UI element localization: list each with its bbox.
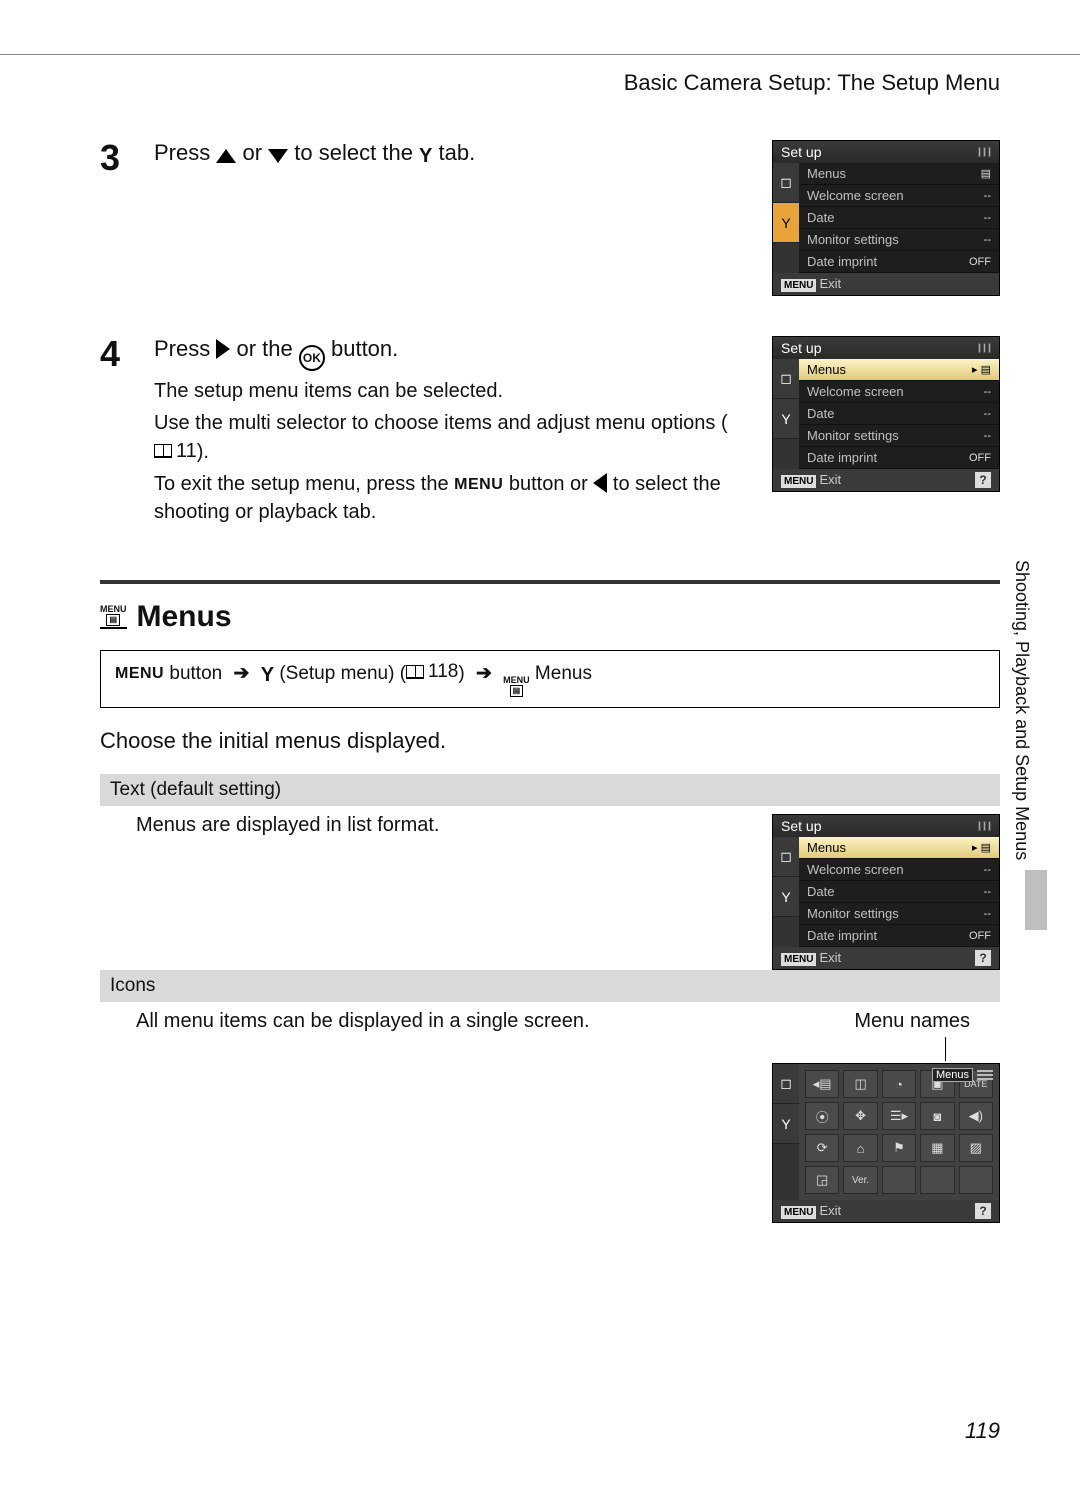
scroll-indicator-icon xyxy=(978,821,991,831)
scroll-indicator-icon xyxy=(978,343,991,353)
setup-tab-icon: Y xyxy=(773,203,799,243)
camera-screenshot-setup-tabs: Set up ◻ Y Menus▤ Welcome screen-- Date-… xyxy=(772,140,1000,296)
section-intro: Choose the initial menus displayed. xyxy=(100,728,1000,754)
menu-row: Date imprintOFF xyxy=(799,447,999,469)
camera-tab-icon: ◻ xyxy=(773,837,799,877)
camera-tab-icon: ◻ xyxy=(773,1064,799,1104)
step-4: 4 Press or the OK button. The setup menu… xyxy=(100,336,1000,530)
arrow-right-icon: ➔ xyxy=(228,663,256,684)
menu-row: Monitor settings-- xyxy=(799,229,999,251)
triangle-down-icon xyxy=(268,149,288,163)
menu-row: Date-- xyxy=(799,207,999,229)
section-heading: MENU▤ Menus xyxy=(100,600,1000,634)
triangle-right-icon xyxy=(216,339,230,359)
menu-icon-cell: ⌂ xyxy=(843,1134,877,1162)
menu-row: Date-- xyxy=(799,403,999,425)
page-number: 119 xyxy=(965,1418,1000,1444)
menu-icon-cell: ✥ xyxy=(843,1102,877,1130)
menu-names-label: Menu names xyxy=(772,1010,1000,1033)
header-divider xyxy=(0,54,1080,55)
exit-label: Exit xyxy=(819,276,841,291)
section-menus: MENU▤ Menus MENU button ➔ Y (Setup menu)… xyxy=(100,580,1000,1223)
list-view-icon xyxy=(977,1068,993,1082)
menu-row: Welcome screen-- xyxy=(799,859,999,881)
menu-row: Welcome screen-- xyxy=(799,185,999,207)
menu-icon-cell: ◂▤ xyxy=(805,1070,839,1098)
step-number: 4 xyxy=(100,336,134,372)
nav-path: MENU button ➔ Y (Setup menu) ( 118) ➔ ME… xyxy=(100,650,1000,708)
menu-icon-cell: ◀) xyxy=(959,1102,993,1130)
menu-row: Date-- xyxy=(799,881,999,903)
menu-row: Welcome screen-- xyxy=(799,381,999,403)
cam-menu-name-label: Menus xyxy=(932,1068,973,1082)
camera-tab-icon: ◻ xyxy=(773,359,799,399)
side-chapter-label: Shooting, Playback and Setup Menus xyxy=(1011,560,1032,860)
menu-icon-cell: ◫ xyxy=(843,1070,877,1098)
camera-screenshot-text-menus: Set up ◻ Y Menus▸ ▤ Welcome screen-- Dat… xyxy=(772,814,1000,970)
step-4-line2: Use the multi selector to choose items a… xyxy=(154,409,752,466)
menu-icon-cell xyxy=(882,1166,916,1194)
menu-icon-cell: ⚑ xyxy=(882,1134,916,1162)
menu-text-icon: MENU xyxy=(454,474,503,496)
option-icons-desc: All menu items can be displayed in a sin… xyxy=(100,1010,742,1033)
scroll-indicator-icon xyxy=(978,147,991,157)
menu-row-selected: Menus▸ ▤ xyxy=(799,359,999,381)
cam-title: Set up xyxy=(781,144,821,160)
book-icon xyxy=(154,444,172,458)
step-3: 3 Press or to select the Y tab. Set up ◻ xyxy=(100,140,1000,296)
menu-row: Monitor settings-- xyxy=(799,425,999,447)
help-icon: ? xyxy=(975,472,991,488)
menu-text-icon: MENU xyxy=(115,665,164,683)
side-thumb-tab xyxy=(1025,870,1047,930)
callout-line xyxy=(772,1037,1000,1061)
menu-row: Date imprintOFF xyxy=(799,251,999,273)
wrench-icon: Y xyxy=(419,145,432,168)
step-number: 3 xyxy=(100,140,134,176)
setup-tab-icon: Y xyxy=(773,1104,799,1144)
menu-icon-cell: ◔ xyxy=(882,1070,916,1098)
wrench-icon: Y xyxy=(261,664,274,687)
menu-badge: MENU xyxy=(781,279,816,292)
menu-icon-cell xyxy=(920,1166,954,1194)
page-header: Basic Camera Setup: The Setup Menu xyxy=(624,70,1000,96)
step-4-title: Press or the OK button. xyxy=(154,336,752,371)
book-icon xyxy=(406,665,424,679)
setup-tab-icon: Y xyxy=(773,877,799,917)
menu-icon-cell xyxy=(959,1166,993,1194)
option-icons-header: Icons xyxy=(100,970,1000,1002)
menu-icon-cell: ◲ xyxy=(805,1166,839,1194)
menu-icon-cell: ⟳ xyxy=(805,1134,839,1162)
camera-screenshot-setup-selected: Set up ◻ Y Menus▸ ▤ Welcome screen-- Dat… xyxy=(772,336,1000,492)
help-icon: ? xyxy=(975,950,991,966)
step-4-line3: To exit the setup menu, press the MENU b… xyxy=(154,470,752,526)
camera-screenshot-icon-menus: Menus ◻ Y ◂▤ ◫ ◔ ▣ DATE xyxy=(772,1063,1000,1223)
menu-icon-cell: ⦿ xyxy=(805,1102,839,1130)
step-3-title: Press or to select the Y tab. xyxy=(154,140,752,168)
ok-button-icon: OK xyxy=(299,345,325,371)
menu-stack-icon: MENU▤ xyxy=(503,676,530,697)
triangle-up-icon xyxy=(216,149,236,163)
menu-row: Monitor settings-- xyxy=(799,903,999,925)
menu-icon-cell: Ver. xyxy=(843,1166,877,1194)
option-text-desc: Menus are displayed in list format. xyxy=(100,814,742,837)
menu-row: Date imprintOFF xyxy=(799,925,999,947)
menu-icon-cell: ▦ xyxy=(920,1134,954,1162)
camera-tab-icon: ◻ xyxy=(773,163,799,203)
menu-row: Menus▤ xyxy=(799,163,999,185)
option-text-header: Text (default setting) xyxy=(100,774,1000,806)
menu-row-selected: Menus▸ ▤ xyxy=(799,837,999,859)
help-icon: ? xyxy=(975,1203,991,1219)
menu-icon-cell: ☰▸ xyxy=(882,1102,916,1130)
arrow-right-icon: ➔ xyxy=(470,663,498,684)
step-4-line1: The setup menu items can be selected. xyxy=(154,377,752,405)
triangle-left-icon xyxy=(593,473,607,493)
menu-stack-icon: MENU▤ xyxy=(100,605,127,629)
setup-tab-icon: Y xyxy=(773,399,799,439)
menu-icon-cell: ◙ xyxy=(920,1102,954,1130)
menu-icon-cell: ▨ xyxy=(959,1134,993,1162)
